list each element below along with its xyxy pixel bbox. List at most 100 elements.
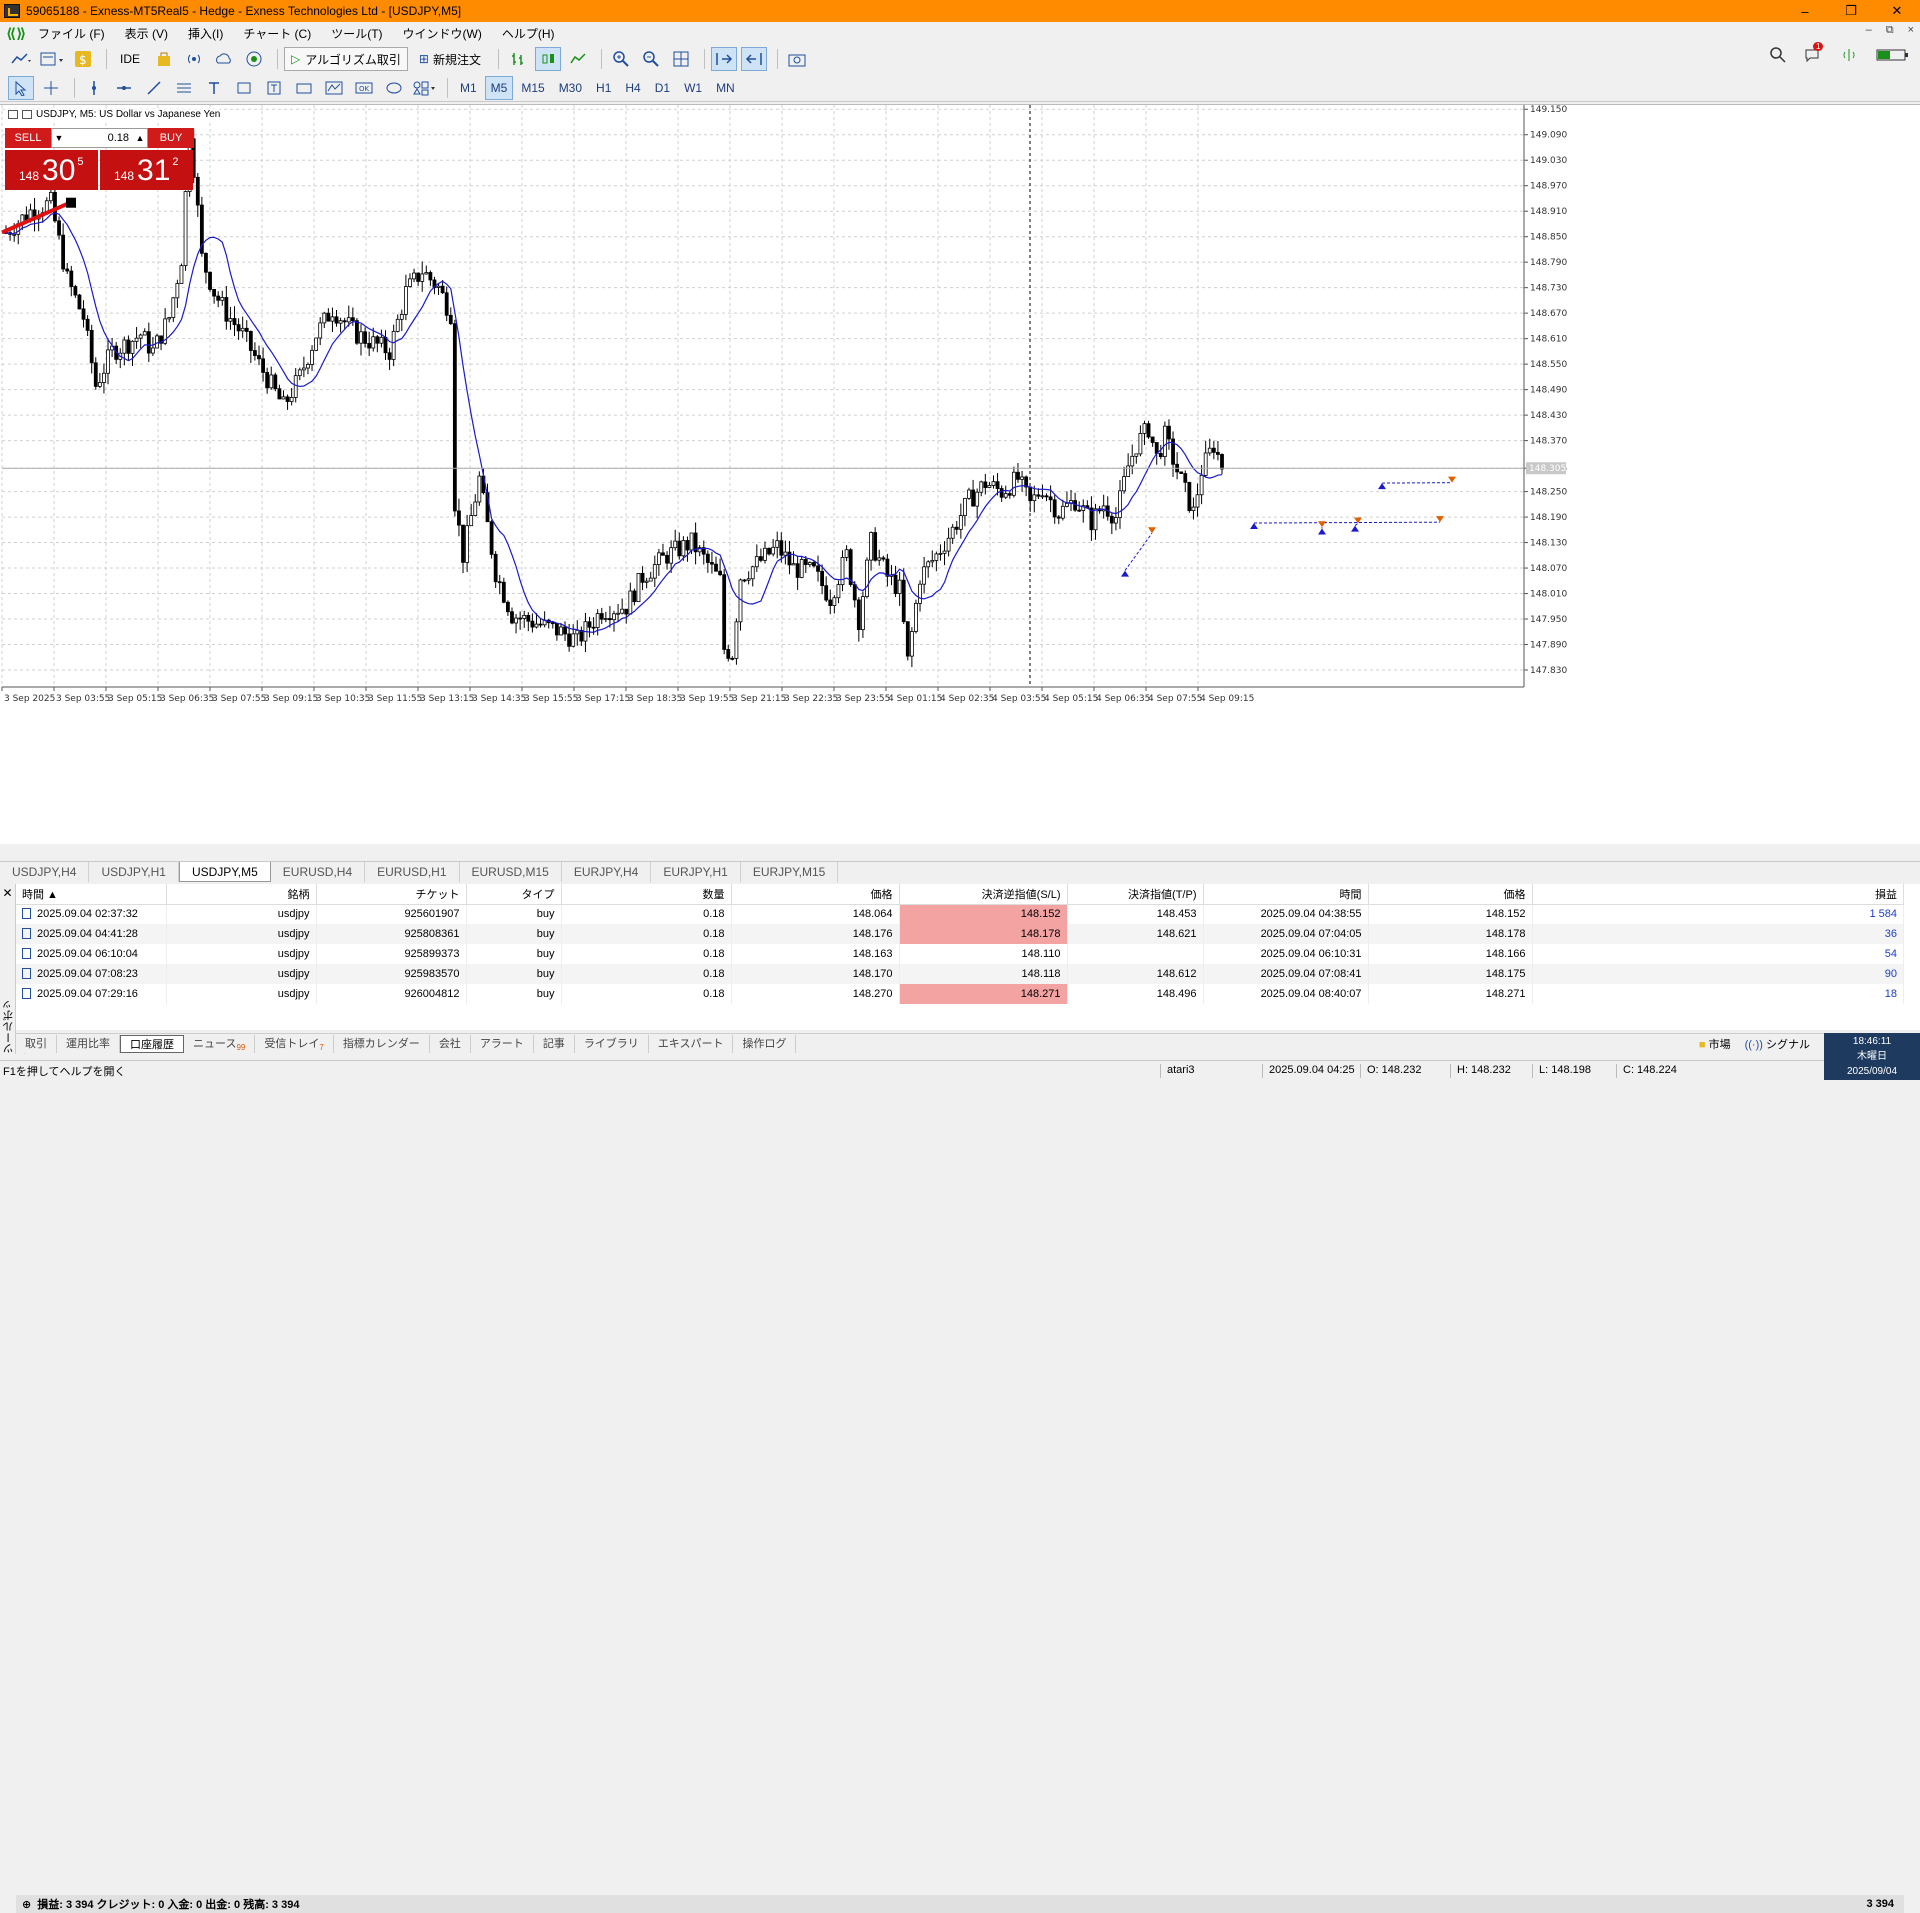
col-ticket[interactable]: チケット: [316, 884, 466, 904]
table-row[interactable]: 2025.09.04 07:08:23usdjpy925983570buy0.1…: [16, 964, 1904, 984]
col-profit[interactable]: 損益: [1532, 884, 1904, 904]
ok-label-icon[interactable]: OK: [351, 76, 377, 100]
vps-icon[interactable]: [241, 47, 267, 71]
child-restore-button[interactable]: ⧉: [1886, 24, 1894, 37]
lot-up-icon[interactable]: ▲: [133, 133, 147, 143]
cloud-icon[interactable]: [211, 47, 237, 71]
connection-signal-icon[interactable]: [1840, 47, 1858, 66]
sell-price-button[interactable]: 148 30 5: [5, 150, 98, 190]
shapes-icon[interactable]: [291, 76, 317, 100]
price-chart[interactable]: 149.150149.090149.030148.970148.910148.8…: [0, 105, 1920, 845]
tab-calendar[interactable]: 指標カレンダー: [334, 1035, 430, 1053]
menu-view[interactable]: 表示 (V): [115, 25, 178, 42]
buy-price-button[interactable]: 148 31 2: [100, 150, 193, 190]
status-profile[interactable]: atari3: [1160, 1064, 1195, 1078]
chart-tab[interactable]: USDJPY,H1: [89, 862, 178, 882]
search-icon[interactable]: [1770, 47, 1786, 66]
child-close-button[interactable]: ×: [1908, 24, 1914, 37]
col-volume[interactable]: 数量: [561, 884, 731, 904]
tf-h1[interactable]: H1: [590, 76, 617, 100]
tf-d1[interactable]: D1: [649, 76, 676, 100]
candlestick-icon[interactable]: [535, 47, 561, 71]
chart-tab[interactable]: EURJPY,H4: [562, 862, 651, 882]
chart-tab[interactable]: EURJPY,H1: [651, 862, 740, 882]
tab-trade[interactable]: 取引: [16, 1035, 57, 1053]
bag-icon[interactable]: [151, 47, 177, 71]
close-button[interactable]: ✕: [1874, 0, 1920, 22]
bar-chart-icon[interactable]: [505, 47, 531, 71]
zoom-out-icon[interactable]: [638, 47, 664, 71]
rectangle-icon[interactable]: [231, 76, 257, 100]
menu-tools[interactable]: ツール(T): [321, 25, 392, 42]
tab-articles[interactable]: 記事: [534, 1035, 575, 1053]
chart-type-icon[interactable]: [8, 47, 34, 71]
menu-help[interactable]: ヘルプ(H): [492, 25, 565, 42]
market-link[interactable]: ■ 市場: [1699, 1036, 1731, 1052]
col-tp[interactable]: 決済指値(T/P): [1067, 884, 1203, 904]
notifications-icon[interactable]: 1: [1804, 47, 1822, 66]
signals-link[interactable]: ((·)) シグナル: [1745, 1036, 1810, 1052]
lot-down-icon[interactable]: ▼: [52, 133, 66, 143]
channel-icon[interactable]: [171, 76, 197, 100]
chart-window[interactable]: 149.150149.090149.030148.970148.910148.8…: [0, 104, 1920, 844]
col-sl[interactable]: 決済逆指値(S/L): [899, 884, 1067, 904]
ellipse-icon[interactable]: [381, 76, 407, 100]
templates-icon[interactable]: [38, 47, 66, 71]
menu-file[interactable]: ファイル (F): [28, 25, 115, 42]
waves-icon[interactable]: [321, 76, 347, 100]
table-row[interactable]: 2025.09.04 06:10:04usdjpy925899373buy0.1…: [16, 944, 1904, 964]
tab-exposure[interactable]: 運用比率: [57, 1035, 120, 1053]
tab-company[interactable]: 会社: [430, 1035, 471, 1053]
col-open-price[interactable]: 価格: [731, 884, 899, 904]
algo-trading-button[interactable]: ▷ アルゴリズム取引: [284, 47, 408, 71]
col-close-time[interactable]: 時間: [1203, 884, 1368, 904]
cursor-icon[interactable]: [8, 76, 34, 100]
table-row[interactable]: 2025.09.04 04:41:28usdjpy925808361buy0.1…: [16, 924, 1904, 944]
tab-history[interactable]: 口座履歴: [120, 1035, 184, 1053]
mt5-logo-icon[interactable]: ⟪⟫: [6, 25, 24, 41]
chart-tab[interactable]: EURUSD,H1: [365, 862, 459, 882]
tf-m15[interactable]: M15: [515, 76, 550, 100]
taskbar-clock[interactable]: 18:46:11 木曜日 2025/09/04: [1824, 1033, 1920, 1080]
table-row[interactable]: 2025.09.04 07:29:16usdjpy926004812buy0.1…: [16, 984, 1904, 1004]
tile-windows-icon[interactable]: [668, 47, 694, 71]
text-icon[interactable]: [201, 76, 227, 100]
tf-w1[interactable]: W1: [678, 76, 708, 100]
tf-h4[interactable]: H4: [619, 76, 646, 100]
trendline-icon[interactable]: [141, 76, 167, 100]
tab-news[interactable]: ニュース99: [184, 1035, 255, 1053]
col-type[interactable]: タイプ: [466, 884, 561, 904]
zoom-in-icon[interactable]: [608, 47, 634, 71]
signal-broadcast-icon[interactable]: [181, 47, 207, 71]
close-toolbox-icon[interactable]: ✕: [0, 886, 15, 900]
text-label-icon[interactable]: [261, 76, 287, 100]
lot-size-input[interactable]: 0.18: [66, 132, 133, 144]
more-shapes-icon[interactable]: [411, 76, 437, 100]
buy-button[interactable]: BUY: [148, 128, 194, 148]
tf-m5[interactable]: M5: [485, 76, 514, 100]
col-open-time[interactable]: 時間 ▲: [16, 884, 166, 904]
menu-window[interactable]: ウインドウ(W): [393, 25, 492, 42]
horizontal-line-icon[interactable]: [111, 76, 137, 100]
menu-insert[interactable]: 挿入(I): [178, 25, 233, 42]
vertical-line-icon[interactable]: [81, 76, 107, 100]
tab-alerts[interactable]: アラート: [471, 1035, 534, 1053]
auto-scroll-icon[interactable]: [711, 47, 737, 71]
chart-tab[interactable]: EURUSD,M15: [460, 862, 562, 882]
line-chart-icon[interactable]: [565, 47, 591, 71]
menu-chart[interactable]: チャート (C): [233, 25, 321, 42]
market-dollar-icon[interactable]: $: [70, 47, 96, 71]
tf-m1[interactable]: M1: [454, 76, 483, 100]
expand-icon[interactable]: ⊕: [22, 1898, 31, 1911]
crosshair-icon[interactable]: [38, 76, 64, 100]
tf-mn[interactable]: MN: [710, 76, 741, 100]
chart-tab[interactable]: EURUSD,H4: [271, 862, 365, 882]
sell-button[interactable]: SELL: [5, 128, 51, 148]
screenshot-icon[interactable]: [784, 47, 810, 71]
tf-m30[interactable]: M30: [553, 76, 588, 100]
tab-mailbox[interactable]: 受信トレイ7: [255, 1035, 333, 1053]
tab-journal[interactable]: 操作ログ: [733, 1035, 796, 1053]
tab-library[interactable]: ライブラリ: [575, 1035, 649, 1053]
maximize-button[interactable]: ❐: [1828, 0, 1874, 22]
child-minimize-button[interactable]: –: [1866, 24, 1872, 37]
